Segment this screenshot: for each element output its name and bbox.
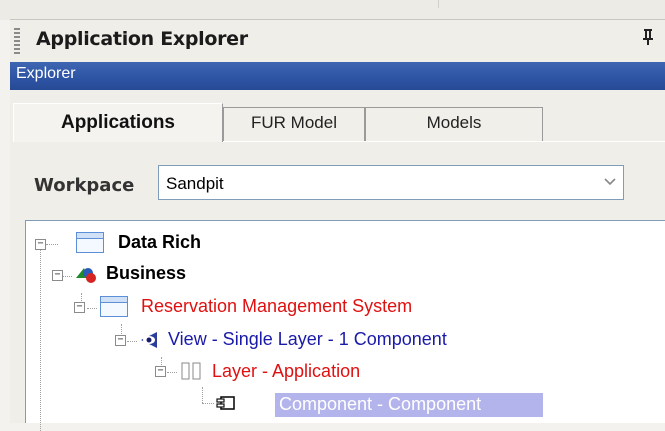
workspace-value: Sandpit — [166, 174, 224, 193]
view-icon — [138, 330, 162, 350]
workspace-select[interactable] — [158, 165, 624, 200]
tab-strip-line — [223, 141, 665, 142]
tree-line — [121, 324, 122, 334]
top-strip — [0, 0, 665, 20]
tree-node-component[interactable]: Component - Component — [279, 394, 481, 415]
collapse-toggle-icon[interactable]: − — [74, 302, 85, 313]
tree-line — [87, 308, 97, 309]
collapse-toggle-icon[interactable]: − — [115, 335, 126, 346]
collapse-toggle-icon[interactable]: − — [35, 239, 46, 250]
tree-line — [202, 403, 214, 404]
layer-icon — [180, 361, 204, 381]
explorer-band — [10, 62, 665, 90]
tree-line — [40, 241, 41, 431]
tree-line — [62, 276, 72, 277]
collapse-toggle-icon[interactable]: − — [155, 366, 166, 377]
tree-node-business[interactable]: Business — [106, 263, 186, 284]
tab-fur-model[interactable]: FUR Model — [223, 107, 365, 141]
dropdown-arrow-icon[interactable] — [597, 166, 623, 199]
tree-line — [167, 372, 177, 373]
drag-grip-icon[interactable] — [14, 28, 20, 56]
component-icon — [214, 393, 238, 413]
tree-view[interactable]: − Data Rich − Business − Reservation Man… — [25, 220, 665, 431]
tree-node-data-rich[interactable]: Data Rich — [118, 232, 201, 253]
tree-line — [202, 387, 203, 403]
tree-node-layer-application[interactable]: Layer - Application — [212, 361, 360, 382]
shapes-icon — [74, 264, 98, 284]
explorer-label: Explorer — [16, 65, 76, 82]
panel-title: Application Explorer — [36, 28, 248, 50]
tree-line — [46, 244, 58, 245]
tree-node-view[interactable]: View - Single Layer - 1 Component — [168, 329, 447, 350]
top-separator — [438, 0, 439, 8]
tree-node-reservation-management-system[interactable]: Reservation Management System — [141, 296, 412, 317]
tree-line — [127, 341, 137, 342]
workspace-label: Workpace — [34, 175, 135, 196]
collapse-toggle-icon[interactable]: − — [52, 270, 63, 281]
tab-models[interactable]: Models — [365, 107, 543, 141]
window-icon — [76, 232, 104, 253]
tab-applications[interactable]: Applications — [13, 103, 223, 142]
window-icon — [100, 296, 128, 317]
pin-icon[interactable] — [639, 26, 657, 48]
